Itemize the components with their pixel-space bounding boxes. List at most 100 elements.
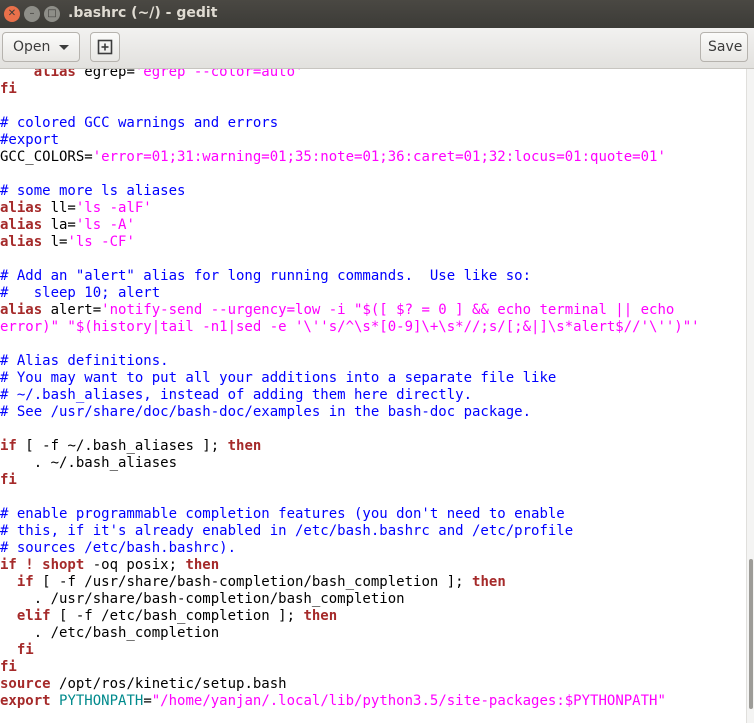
code-line: fi xyxy=(0,81,700,98)
code-line: elif [ -f /etc/bash_completion ]; then xyxy=(0,608,700,625)
code-line: # See /usr/share/doc/bash-doc/examples i… xyxy=(0,404,700,421)
minimize-window-icon[interactable]: – xyxy=(24,6,40,22)
code-token: then xyxy=(472,574,506,590)
text-editor[interactable]: alias egrep='egrep --color=auto'fi​# col… xyxy=(0,69,746,723)
code-token: source xyxy=(0,676,60,692)
code-line: if [ -f ~/.bash_aliases ]; then xyxy=(0,438,700,455)
code-token: alias xyxy=(0,234,51,250)
code-token: PYTHONPATH xyxy=(59,693,144,709)
code-token: 'notify-send --urgency=low -i "$([ $? = … xyxy=(101,302,675,318)
code-token: error)" "$(history|tail -n1|sed -e '\''s… xyxy=(0,319,700,335)
maximize-window-icon[interactable]: □ xyxy=(44,6,60,22)
code-token: then xyxy=(185,557,220,573)
code-line: fi xyxy=(0,659,700,676)
close-window-icon[interactable]: ✕ xyxy=(4,6,20,22)
new-document-icon xyxy=(97,39,113,55)
code-token: # this, if it's already enabled in /etc/… xyxy=(0,523,574,539)
code-token: [ -f /usr/share/bash-completion/bash_com… xyxy=(42,574,473,590)
code-line: # this, if it's already enabled in /etc/… xyxy=(0,523,700,540)
save-button-label: Save xyxy=(708,39,743,55)
code-line: source /opt/ros/kinetic/setup.bash xyxy=(0,676,700,693)
open-button[interactable]: Open xyxy=(2,32,80,62)
code-token: if xyxy=(0,438,26,454)
code-line: fi xyxy=(0,472,700,489)
code-token: "/home/yanjan/.local/lib/python3.5/site-… xyxy=(151,693,666,709)
code-line: ​ xyxy=(0,166,700,183)
code-token: alias xyxy=(0,69,85,80)
code-line: # colored GCC warnings and errors xyxy=(0,115,700,132)
code-token: la= xyxy=(50,217,76,233)
code-line: GCC_COLORS='error=01;31:warning=01;35:no… xyxy=(0,149,700,166)
code-token: 'error=01;31:warning=01;35:note=01;36:ca… xyxy=(92,149,666,165)
code-line: # sleep 10; alert xyxy=(0,285,700,302)
code-line: export PYTHONPATH="/home/yanjan/.local/l… xyxy=(0,693,700,710)
code-line: if ! shopt -oq posix; then xyxy=(0,557,700,574)
code-token: elif xyxy=(0,608,60,624)
code-token: /opt/ros/kinetic/setup.bash xyxy=(59,676,287,692)
code-token: alias xyxy=(0,200,51,216)
code-line: ​ xyxy=(0,336,700,353)
code-line: # enable programmable completion feature… xyxy=(0,506,700,523)
header-bar: Open Save xyxy=(0,28,754,69)
code-line: . /etc/bash_completion xyxy=(0,625,700,642)
save-button[interactable]: Save xyxy=(700,32,748,62)
vertical-scrollbar[interactable] xyxy=(746,69,754,723)
code-token: GCC_COLORS= xyxy=(0,149,93,165)
code-token: then xyxy=(227,438,262,454)
code-line: alias la='ls -A' xyxy=(0,217,700,234)
open-button-label: Open xyxy=(13,39,51,55)
code-token: 'ls -CF' xyxy=(67,234,135,250)
code-line: alias ll='ls -alF' xyxy=(0,200,700,217)
code-token: 'ls -alF' xyxy=(75,200,152,216)
window-title: .bashrc (~/) - gedit xyxy=(68,5,218,21)
code-token: fi xyxy=(0,472,17,488)
code-token: # Add an "alert" alias for long running … xyxy=(0,268,532,284)
code-line: ​ xyxy=(0,251,700,268)
code-line: # ~/.bash_aliases, instead of adding the… xyxy=(0,387,700,404)
code-lines: alias egrep='egrep --color=auto'fi​# col… xyxy=(0,69,700,710)
code-token: # Alias definitions. xyxy=(0,353,169,369)
code-token: #export xyxy=(0,132,60,148)
code-line: ​ xyxy=(0,489,700,506)
code-token: # some more ls aliases xyxy=(0,183,186,199)
code-token: fi xyxy=(0,642,34,658)
code-token: [ -f ~/.bash_aliases ]; xyxy=(25,438,228,454)
code-line: #export xyxy=(0,132,700,149)
code-token: alias xyxy=(0,217,51,233)
code-token: 'egrep --color=auto' xyxy=(134,69,304,80)
chevron-down-icon xyxy=(59,45,69,50)
code-line: fi xyxy=(0,642,700,659)
code-token: l= xyxy=(50,234,68,250)
code-token: # sleep 10; alert xyxy=(0,285,161,301)
code-token: if xyxy=(0,574,43,590)
code-line: alias egrep='egrep --color=auto' xyxy=(0,69,700,81)
code-token: alert= xyxy=(50,302,102,318)
code-token: # ~/.bash_aliases, instead of adding the… xyxy=(0,387,473,403)
code-token: # You may want to put all your additions… xyxy=(0,370,557,386)
code-token: if ! shopt xyxy=(0,557,93,573)
code-line: error)" "$(history|tail -n1|sed -e '\''s… xyxy=(0,319,700,336)
code-token: [ -f /etc/bash_completion ]; xyxy=(59,608,304,624)
code-token: . /etc/bash_completion xyxy=(0,625,220,641)
code-line: # You may want to put all your additions… xyxy=(0,370,700,387)
code-token: # enable programmable completion feature… xyxy=(0,506,565,522)
code-token: . ~/.bash_aliases xyxy=(0,455,178,471)
code-line: ​ xyxy=(0,98,700,115)
code-token: -oq posix; xyxy=(92,557,186,573)
code-token: = xyxy=(143,693,152,709)
code-token: export xyxy=(0,693,60,709)
code-token: fi xyxy=(0,81,17,97)
code-line: # some more ls aliases xyxy=(0,183,700,200)
code-line: # sources /etc/bash.bashrc). xyxy=(0,540,700,557)
code-line: # Add an "alert" alias for long running … xyxy=(0,268,700,285)
code-line: ​ xyxy=(0,421,700,438)
code-token: then xyxy=(303,608,338,624)
new-tab-button[interactable] xyxy=(90,32,120,62)
scrollbar-thumb[interactable] xyxy=(749,559,753,709)
code-token: ll= xyxy=(50,200,76,216)
code-token: fi xyxy=(0,659,17,675)
code-token: alias xyxy=(0,302,51,318)
code-token: 'ls -A' xyxy=(75,217,135,233)
code-line: . ~/.bash_aliases xyxy=(0,455,700,472)
code-line: alias l='ls -CF' xyxy=(0,234,700,251)
